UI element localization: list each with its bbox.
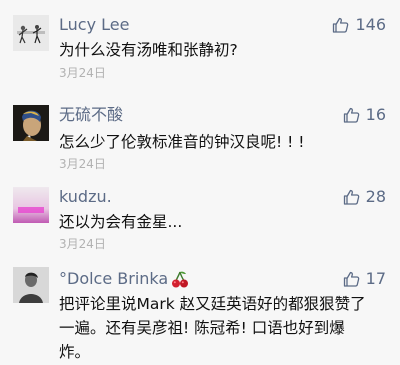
- avatar[interactable]: [13, 187, 49, 223]
- comment-item: kudzu. 28 还以为会有金星... 3月24日: [0, 178, 400, 262]
- cherry-icon: [172, 271, 189, 287]
- avatar[interactable]: [13, 267, 49, 303]
- like-button[interactable]: 28: [343, 187, 386, 207]
- commenter-name[interactable]: Lucy Lee: [59, 15, 129, 35]
- comment-list: Lucy Lee 146 为什么没有汤唯和张静初? 3月24日 无硫不酸 16 …: [0, 0, 400, 365]
- like-count: 28: [365, 187, 386, 206]
- comment-text: 把评论里说Mark 赵又廷英语好的都狠狠赞了 一遍。还有吴彦祖! 陈冠希! 口语…: [59, 295, 366, 361]
- like-button[interactable]: 146: [332, 15, 386, 35]
- comment-date: 3月24日: [59, 66, 106, 80]
- commenter-name[interactable]: kudzu.: [59, 187, 112, 207]
- commenter-name-text: °Dolce Brinka: [59, 269, 169, 288]
- like-count: 16: [365, 105, 386, 124]
- avatar-image: [13, 267, 49, 303]
- avatar-image: [13, 187, 49, 223]
- thumbs-up-icon: [343, 189, 359, 205]
- commenter-name[interactable]: 无硫不酸: [59, 105, 123, 125]
- thumbs-up-icon: [343, 107, 359, 123]
- comment-date: 3月24日: [59, 237, 106, 251]
- comment-item: °Dolce Brinka 17 把评论里说Mark 赵又廷英语好的都狠狠赞了 …: [0, 262, 400, 365]
- like-count: 17: [365, 269, 386, 288]
- thumbs-up-icon: [343, 271, 359, 287]
- like-button[interactable]: 16: [343, 105, 386, 125]
- comment-text: 还以为会有金星...: [59, 213, 183, 231]
- comment-text: 为什么没有汤唯和张静初?: [59, 41, 238, 59]
- comment-item: Lucy Lee 146 为什么没有汤唯和张静初? 3月24日: [0, 0, 400, 90]
- commenter-name[interactable]: °Dolce Brinka: [59, 269, 189, 289]
- avatar-image: [13, 105, 49, 141]
- comment-item: 无硫不酸 16 怎么少了伦敦标准音的钟汉良呢! ! ! 3月24日: [0, 90, 400, 178]
- avatar-image: [13, 15, 49, 51]
- thumbs-up-icon: [333, 17, 349, 33]
- avatar[interactable]: [13, 15, 49, 51]
- comment-date: 3月24日: [59, 157, 106, 171]
- like-count: 146: [355, 15, 386, 34]
- comment-text: 怎么少了伦敦标准音的钟汉良呢! ! !: [59, 133, 305, 151]
- avatar[interactable]: [13, 105, 49, 141]
- like-button[interactable]: 17: [343, 269, 386, 289]
